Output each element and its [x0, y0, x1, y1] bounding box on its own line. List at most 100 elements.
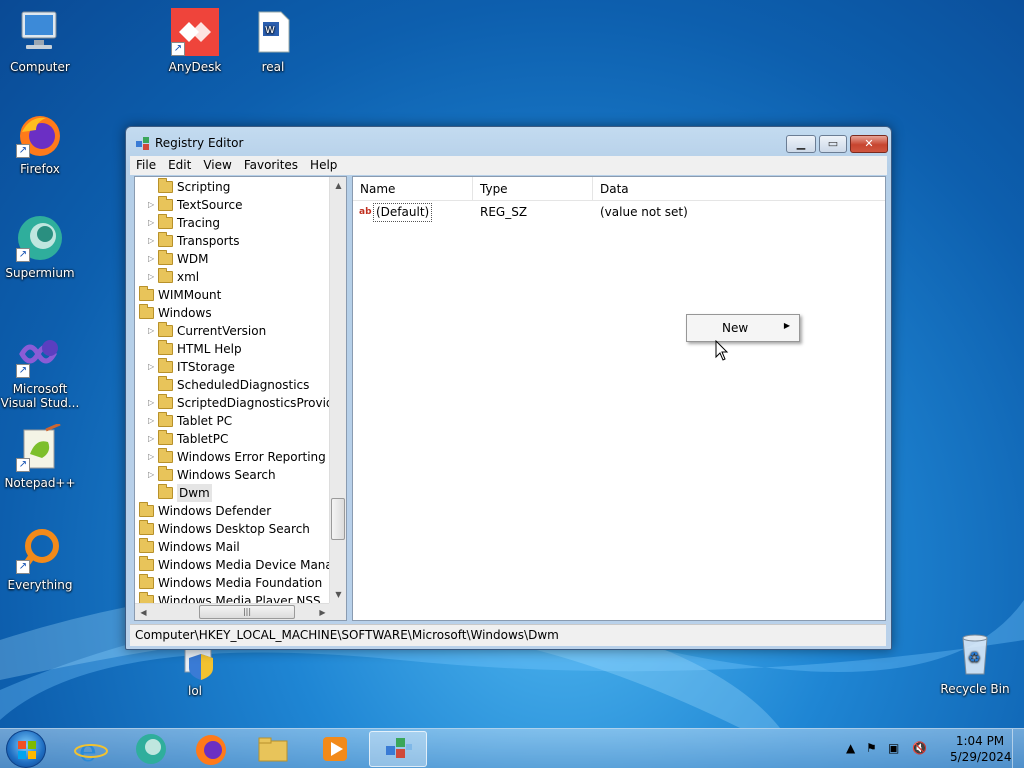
expand-arrow-icon[interactable]: ▷: [148, 412, 158, 430]
tree-node-label: Windows Error Reporting: [177, 450, 326, 464]
show-hidden-icons-icon[interactable]: ▲: [846, 741, 855, 755]
menu-help[interactable]: Help: [304, 156, 343, 175]
tree-node-label: HTML Help: [177, 342, 242, 356]
expand-arrow-icon[interactable]: ▷: [148, 430, 158, 448]
tree-node-label: TabletPC: [177, 432, 229, 446]
tree-node-label: WIMMount: [158, 288, 222, 302]
context-menu-item-new[interactable]: New ▶: [690, 318, 796, 338]
network-icon[interactable]: ▣: [888, 741, 899, 755]
shortcut-arrow-icon: ↗: [16, 364, 30, 378]
expand-arrow-icon[interactable]: ▷: [148, 232, 158, 250]
start-button[interactable]: [6, 730, 46, 768]
values-list-pane[interactable]: Name Type Data ab (Default) REG_SZ (valu…: [352, 176, 886, 621]
maximize-button[interactable]: ▭: [819, 135, 847, 153]
desktop-icon-label: Computer: [10, 60, 70, 74]
taskbar: e ▲ ⚑ ▣ 🔇 1:04 PM 5/29/2024: [0, 728, 1024, 768]
svg-text:W: W: [265, 25, 275, 36]
show-desktop-button[interactable]: [1012, 729, 1024, 768]
scroll-left-arrow-icon[interactable]: ◀: [135, 604, 152, 620]
tree-horizontal-scrollbar[interactable]: ◀ ||| ▶: [135, 603, 331, 620]
scroll-up-arrow-icon[interactable]: ▲: [330, 177, 346, 194]
expand-arrow-icon[interactable]: ▷: [148, 358, 158, 376]
internet-explorer-icon: e: [74, 734, 108, 768]
taskbar-supermium[interactable]: [122, 731, 180, 767]
registry-editor-window[interactable]: Registry Editor ▁ ▭ ✕ File Edit View Favori…: [125, 126, 892, 650]
folder-icon: [158, 394, 173, 409]
expand-arrow-icon[interactable]: ▷: [148, 466, 158, 484]
folder-icon: [158, 358, 173, 373]
taskbar-internet-explorer[interactable]: e: [62, 731, 120, 768]
svg-text:♻: ♻: [968, 650, 981, 666]
close-button[interactable]: ✕: [850, 135, 888, 153]
folder-icon: [158, 232, 173, 247]
expand-arrow-icon[interactable]: ▷: [148, 214, 158, 232]
taskbar-firefox[interactable]: [182, 731, 240, 767]
folder-icon: [158, 412, 173, 427]
scroll-down-arrow-icon[interactable]: ▼: [330, 586, 346, 603]
folder-icon: [258, 737, 288, 762]
desktop-icon-visual-studio[interactable]: ↗ Microsoft Visual Stud...: [0, 330, 80, 410]
menu-view[interactable]: View: [197, 156, 237, 175]
firefox-icon: [196, 735, 226, 765]
tree-node-label: xml: [177, 270, 200, 284]
submenu-arrow-icon: ▶: [783, 321, 790, 330]
tree-node-label: Windows Mail: [158, 540, 240, 554]
desktop-icon-supermium[interactable]: ↗ Supermium: [0, 214, 80, 280]
folder-icon: [158, 484, 173, 499]
desktop-icon-everything[interactable]: ↗ Everything: [0, 526, 80, 592]
expand-arrow-icon[interactable]: ▷: [148, 448, 158, 466]
clock[interactable]: 1:04 PM 5/29/2024: [950, 733, 1012, 765]
desktop-icon-computer[interactable]: Computer: [0, 8, 80, 74]
menu-edit[interactable]: Edit: [162, 156, 197, 175]
expand-arrow-icon[interactable]: ▷: [148, 250, 158, 268]
taskbar-media-player[interactable]: [306, 731, 364, 767]
tree-node-label: ScriptedDiagnosticsProvider: [177, 396, 331, 410]
tree-node-label: Dwm: [177, 484, 212, 502]
tree-node-label: Windows Defender: [158, 504, 272, 518]
desktop-icon-notepadpp[interactable]: ↗ Notepad++: [0, 422, 80, 490]
desktop-icon-label-line2: Visual Stud...: [0, 396, 80, 410]
column-header-name[interactable]: Name: [353, 177, 473, 201]
key-tree-pane[interactable]: Scripting ▷ TextSource ▷ Tracing ▷ Transports ▷…: [134, 176, 347, 621]
expand-arrow-icon[interactable]: ▷: [148, 394, 158, 412]
list-row[interactable]: ab (Default) REG_SZ (value not set): [353, 203, 885, 222]
expand-arrow-icon[interactable]: ▷: [148, 196, 158, 214]
desktop-icon-label: AnyDesk: [168, 60, 222, 74]
column-header-data[interactable]: Data: [593, 177, 887, 201]
action-center-flag-icon[interactable]: ⚑: [866, 741, 877, 755]
menu-file[interactable]: File: [130, 156, 162, 175]
list-header: Name Type Data: [353, 177, 885, 201]
expand-arrow-icon[interactable]: ▷: [148, 322, 158, 340]
desktop-icon-real[interactable]: W real: [233, 8, 313, 74]
scroll-thumb[interactable]: |||: [199, 605, 295, 619]
folder-icon: [158, 340, 173, 355]
folder-icon: [158, 196, 173, 211]
volume-muted-icon[interactable]: 🔇: [912, 741, 927, 755]
tree-node-label: Transports: [177, 234, 240, 248]
context-menu: New ▶: [686, 314, 800, 342]
word-document-icon: W: [258, 11, 290, 53]
desktop-icon-label: Recycle Bin: [940, 682, 1010, 696]
column-header-type[interactable]: Type: [473, 177, 593, 201]
scroll-thumb[interactable]: [331, 498, 345, 540]
value-name: (Default): [373, 203, 433, 222]
desktop-icon-anydesk[interactable]: ↗ AnyDesk: [155, 8, 235, 74]
value-type: REG_SZ: [480, 205, 528, 219]
mouse-cursor-icon: [715, 340, 729, 361]
folder-icon: [158, 430, 173, 445]
taskbar-registry-editor[interactable]: [369, 731, 427, 767]
desktop-icon-recycle-bin[interactable]: ♻ Recycle Bin: [935, 630, 1015, 696]
tree-node-label: Windows: [158, 306, 212, 320]
desktop-icon-label: Notepad++: [4, 476, 76, 490]
desktop-icon-firefox[interactable]: ↗ Firefox: [0, 110, 80, 176]
minimize-button[interactable]: ▁: [786, 135, 816, 153]
folder-icon: [139, 520, 154, 535]
title-bar[interactable]: Registry Editor ▁ ▭ ✕: [126, 127, 891, 157]
expand-arrow-icon[interactable]: ▷: [148, 268, 158, 286]
menu-bar: File Edit View Favorites Help: [130, 156, 887, 175]
folder-icon: [158, 178, 173, 193]
desktop-icon-label: Supermium: [5, 266, 75, 280]
taskbar-file-explorer[interactable]: [244, 731, 302, 767]
menu-favorites[interactable]: Favorites: [238, 156, 304, 175]
tree-vertical-scrollbar[interactable]: ▲ ▼: [329, 177, 346, 603]
